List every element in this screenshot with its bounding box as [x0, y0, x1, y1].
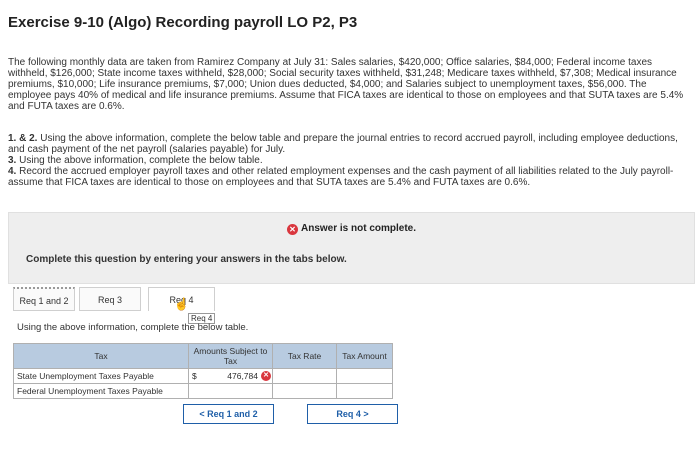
tab-req-3[interactable]: Req 3 [79, 287, 141, 311]
unemployment-tax-table: Tax Amounts Subject to Tax Tax Rate Tax … [13, 343, 393, 399]
hand-cursor-icon: ☝ [174, 297, 189, 311]
futa-rate-input[interactable] [272, 383, 337, 399]
step-1-2: 1. & 2. Using the above information, com… [8, 133, 678, 155]
row-label-futa: Federal Unemployment Taxes Payable [13, 383, 189, 399]
next-req-button[interactable]: Req 4 > [307, 404, 398, 424]
error-icon: ✕ [286, 224, 298, 235]
currency-symbol: $ [192, 371, 197, 381]
suta-amount-input[interactable]: $ 476,784 ✕ [188, 368, 273, 384]
futa-amount-input[interactable] [188, 383, 273, 399]
answer-panel: ✕ Answer is not complete. Complete this q… [8, 212, 695, 284]
complete-instructions: Complete this question by entering your … [26, 254, 347, 265]
steps: 1. & 2. Using the above information, com… [8, 133, 688, 188]
tab-bar: Req 1 and 2 Req 3 Req 4 [8, 284, 695, 314]
incorrect-icon: ✕ [261, 371, 271, 381]
step-4: 4. Record the accrued employer payroll t… [8, 166, 674, 188]
row-label-suta: State Unemployment Taxes Payable [13, 368, 189, 384]
table-instruction: Using the above information, complete th… [17, 322, 249, 333]
suta-tax-amount [336, 368, 393, 384]
header-amounts-subject: Amounts Subject to Tax [188, 343, 273, 369]
header-tax: Tax [13, 343, 189, 369]
header-tax-amount: Tax Amount [336, 343, 393, 369]
futa-tax-amount [336, 383, 393, 399]
answer-status: ✕ Answer is not complete. [9, 223, 694, 235]
table-row: Federal Unemployment Taxes Payable [13, 383, 393, 399]
step-3: 3. Using the above information, complete… [8, 155, 263, 166]
suta-rate-input[interactable] [272, 368, 337, 384]
tab-req-1-and-2[interactable]: Req 1 and 2 [13, 287, 75, 311]
table-row: State Unemployment Taxes Payable $ 476,7… [13, 368, 393, 384]
suta-amount-value: 476,784 [227, 371, 258, 381]
prev-req-button[interactable]: < Req 1 and 2 [183, 404, 274, 424]
table-header-row: Tax Amounts Subject to Tax Tax Rate Tax … [13, 343, 393, 369]
header-tax-rate: Tax Rate [272, 343, 337, 369]
problem-text: The following monthly data are taken fro… [8, 57, 684, 112]
exercise-title: Exercise 9-10 (Algo) Recording payroll L… [8, 14, 358, 31]
